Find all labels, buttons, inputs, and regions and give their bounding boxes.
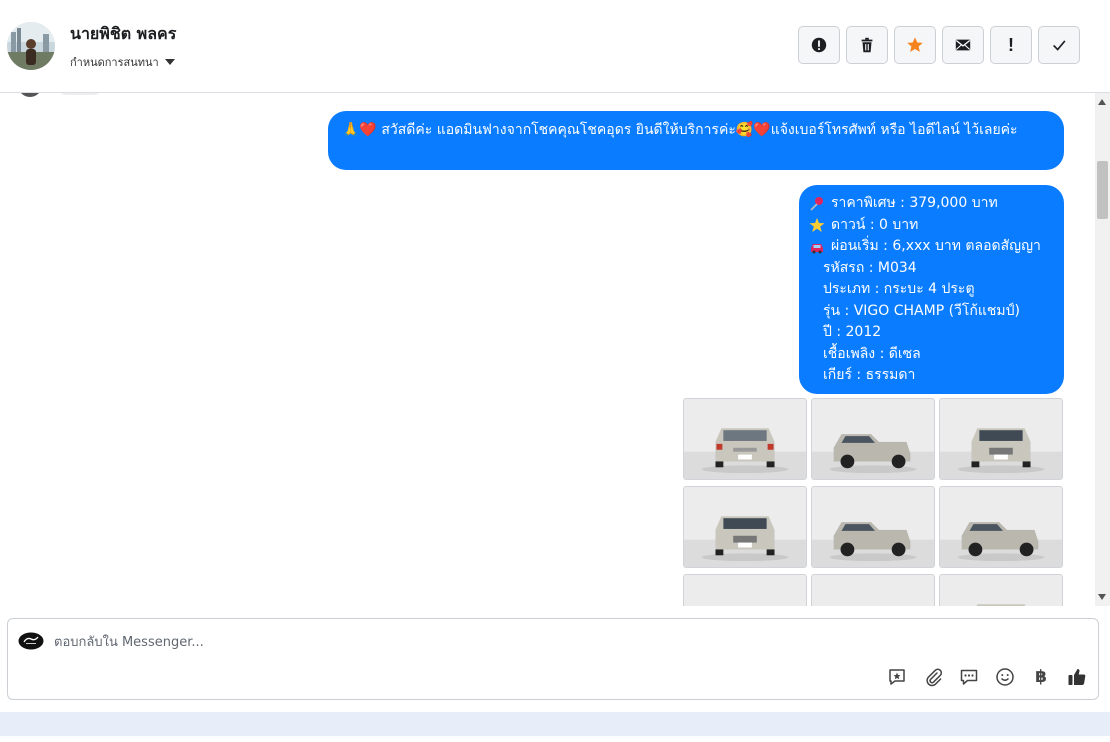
spec-price: ราคาพิเศษ : 379,000 บาท [831, 195, 998, 211]
scroll-down-arrow-icon[interactable] [1098, 594, 1106, 600]
alert-circle-icon [811, 37, 827, 53]
exclamation-icon: ! [1008, 34, 1014, 55]
chevron-down-icon [164, 59, 175, 65]
conversation-toolbar: ! [798, 26, 1080, 64]
mark-done-button[interactable] [1038, 26, 1080, 64]
car-photo-thumbnail[interactable] [939, 486, 1063, 568]
star-icon [907, 37, 923, 52]
thumbs-up-icon [1068, 669, 1086, 685]
spec-line: ประเภท : กระบะ 4 ประตู [823, 281, 975, 297]
like-button[interactable] [1066, 666, 1088, 688]
spec-line: รุ่น : VIGO CHAMP (วีโก้แชมป์) [823, 302, 1021, 319]
smiley-icon [996, 668, 1014, 686]
spec-down-payment: ดาวน์ : 0 บาท [831, 216, 919, 233]
assign-label: กำหนดการสนทนา [70, 56, 159, 69]
car-photo-thumbnail[interactable] [811, 398, 935, 480]
follow-up-button[interactable] [894, 26, 936, 64]
message-bubble-partial [58, 93, 102, 95]
spam-button[interactable] [798, 26, 840, 64]
scrollbar-thumb[interactable] [1097, 161, 1108, 219]
sender-avatar [18, 93, 42, 97]
spec-line: เกียร์ : ธรรมดา [823, 367, 916, 383]
conversation-header: นายพิชิต พลคร กำหนดการสนทนา ! [0, 0, 1110, 93]
spec-line: ปี : 2012 [823, 324, 882, 340]
assign-conversation-dropdown[interactable]: กำหนดการสนทนา [70, 53, 175, 71]
photo-gallery [683, 398, 1063, 606]
pushpin-icon [810, 196, 823, 211]
page-logo-icon [18, 632, 44, 650]
trash-icon [861, 37, 873, 53]
paperclip-icon [926, 668, 943, 687]
reply-input[interactable] [54, 629, 1054, 655]
window-bottom-edge [0, 736, 1110, 742]
bottom-panel-strip [0, 712, 1110, 736]
contact-name[interactable]: นายพิชิต พลคร [70, 22, 176, 47]
chat-bubble-icon [960, 669, 978, 685]
spec-line: ผ่อนเริ่ม : 6,xxx บาท ตลอดสัญญา [809, 236, 1054, 258]
emoji-button[interactable] [994, 666, 1016, 688]
scroll-up-arrow-icon[interactable] [1098, 99, 1106, 105]
attach-button[interactable] [922, 666, 944, 688]
spec-line: รหัสรถ : M034 [823, 259, 917, 276]
car-photo-thumbnail[interactable] [939, 574, 1063, 606]
spec-installment: ผ่อนเริ่ม : 6,xxx บาท ตลอดสัญญา [831, 238, 1041, 254]
envelope-icon [955, 39, 971, 51]
spec-line: เชื้อเพลิง : ดีเซล [823, 345, 921, 362]
thread-scrollbar[interactable] [1095, 93, 1110, 606]
check-icon [1053, 40, 1066, 51]
mark-unread-button[interactable] [942, 26, 984, 64]
car-photo-thumbnail[interactable] [811, 486, 935, 568]
delete-button[interactable] [846, 26, 888, 64]
car-photo-thumbnail[interactable] [683, 574, 807, 606]
contact-avatar[interactable] [7, 22, 55, 70]
car-photo-thumbnail[interactable] [811, 574, 935, 606]
composer-toolbar: ฿ [886, 666, 1088, 688]
message-bubble-car-spec[interactable]: ราคาพิเศษ : 379,000 บาท ดาวน์ : 0 บาท ผ่… [799, 185, 1064, 394]
car-photo-thumbnail[interactable] [939, 398, 1063, 480]
car-emoji-icon [811, 243, 823, 254]
reply-composer: ฿ [7, 618, 1099, 700]
payment-button[interactable]: ฿ [1030, 666, 1052, 688]
car-photo-thumbnail[interactable] [683, 398, 807, 480]
saved-reply-icon [889, 669, 905, 685]
baht-icon: ฿ [1035, 667, 1047, 686]
spec-line: ดาวน์ : 0 บาท [809, 215, 1054, 237]
spec-line: ราคาพิเศษ : 379,000 บาท [809, 193, 1054, 215]
message-bubble-greeting[interactable]: 🙏❤️ สวัสดีค่ะ แอดมินฟางจากโชคคุณโชคอุดร … [328, 111, 1064, 170]
car-photo-thumbnail[interactable] [683, 486, 807, 568]
saved-reply-button[interactable] [886, 666, 908, 688]
quick-replies-button[interactable] [958, 666, 980, 688]
message-thread[interactable]: 🙏❤️ สวัสดีค่ะ แอดมินฟางจากโชคคุณโชคอุดร … [0, 93, 1110, 606]
priority-button[interactable]: ! [990, 26, 1032, 64]
star-emoji-icon [809, 218, 825, 233]
